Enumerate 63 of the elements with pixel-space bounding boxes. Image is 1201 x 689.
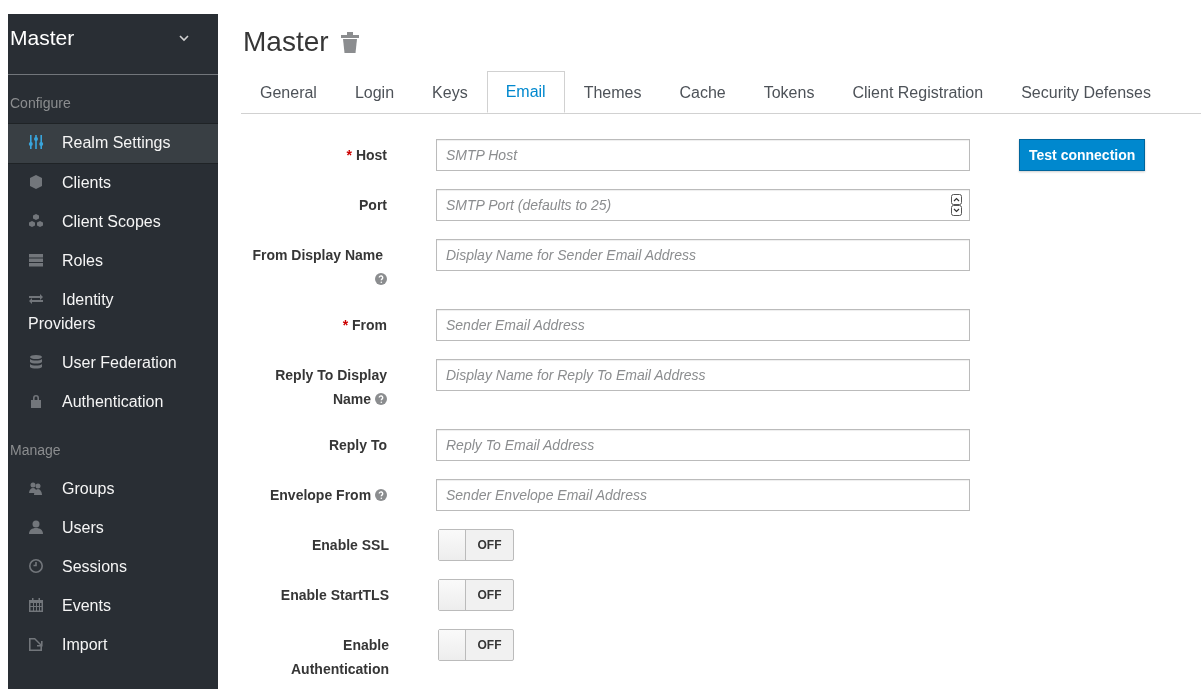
sidebar-item[interactable]: Client Scopes xyxy=(8,203,218,242)
field-label: Enable Authentication xyxy=(290,636,389,679)
chevron-down-icon xyxy=(178,34,190,42)
tab[interactable]: Client Registration xyxy=(833,71,1003,113)
tab[interactable]: Login xyxy=(335,71,414,113)
trash-icon[interactable] xyxy=(340,31,359,53)
help-icon[interactable] xyxy=(375,489,387,501)
sliders-icon xyxy=(28,134,44,150)
number-field[interactable]: SMTP Port (defaults to 25) xyxy=(436,189,970,221)
section-heading: Configure xyxy=(9,94,72,113)
input-field[interactable]: Sender Email Address xyxy=(436,309,970,341)
cube-icon xyxy=(28,174,44,190)
field-label: Enable StartTLS xyxy=(279,586,389,605)
input-field[interactable]: Reply To Email Address xyxy=(436,429,970,461)
sidebar-item[interactable]: Authentication xyxy=(8,383,218,422)
page-title: Master xyxy=(243,26,329,58)
toggle-switch[interactable]: OFF xyxy=(438,579,514,611)
sidebar-item[interactable]: Users xyxy=(8,509,218,548)
lock-icon xyxy=(28,393,44,409)
server-icon xyxy=(28,252,44,268)
input-field[interactable]: Display Name for Reply To Email Address xyxy=(436,359,970,391)
sidebar-item[interactable]: Roles xyxy=(8,242,218,281)
tab[interactable]: Security Defenses xyxy=(1002,71,1170,113)
clock-icon xyxy=(28,558,44,574)
field-label: Enable SSL xyxy=(310,536,389,555)
toggle-switch[interactable]: OFF xyxy=(438,529,514,561)
realm-selector[interactable]: Master xyxy=(8,14,218,75)
input-field[interactable]: Display Name for Sender Email Address xyxy=(436,239,970,271)
toggle-switch[interactable]: OFF xyxy=(438,629,514,661)
tab[interactable]: General xyxy=(241,71,336,113)
input-field[interactable]: SMTP Host xyxy=(436,139,970,171)
sidebar-item[interactable]: Events xyxy=(8,587,218,626)
section-heading: Manage xyxy=(9,441,62,460)
input-field[interactable]: Sender Envelope Email Address xyxy=(436,479,970,511)
sidebar-item[interactable]: Sessions xyxy=(8,548,218,587)
tab[interactable]: Cache xyxy=(660,71,745,113)
tab[interactable]: Tokens xyxy=(744,71,834,113)
help-icon[interactable] xyxy=(375,273,387,285)
field-label: Reply To xyxy=(327,436,387,455)
sidebar-item[interactable]: Clients xyxy=(8,164,218,203)
sidebar-item[interactable]: Groups xyxy=(8,470,218,509)
database-icon xyxy=(28,354,44,370)
users-icon xyxy=(28,480,44,496)
sidebar-item[interactable]: User Federation xyxy=(8,344,218,383)
user-icon xyxy=(28,519,44,535)
calendar-icon xyxy=(28,597,44,613)
import-icon xyxy=(28,636,44,652)
sidebar-item[interactable]: Identity Providers xyxy=(8,281,218,344)
field-label: Reply To Display Name xyxy=(274,366,387,409)
tab[interactable]: Keys xyxy=(413,71,487,113)
help-icon[interactable] xyxy=(375,393,387,405)
cubes-icon xyxy=(28,213,44,229)
test-connection-button[interactable]: Test connection xyxy=(1019,139,1146,171)
field-label: * Host xyxy=(345,146,387,165)
spinner-icon[interactable] xyxy=(951,194,962,216)
field-label: Port xyxy=(358,196,387,215)
tab[interactable]: Email xyxy=(486,71,565,113)
sidebar-item[interactable]: Realm Settings xyxy=(8,123,218,164)
field-label: * From xyxy=(341,316,387,335)
tab[interactable]: Themes xyxy=(564,71,661,113)
field-label: From Display Name xyxy=(243,239,387,291)
sidebar-item[interactable]: Import xyxy=(8,626,218,665)
field-label: Envelope From xyxy=(243,479,387,511)
